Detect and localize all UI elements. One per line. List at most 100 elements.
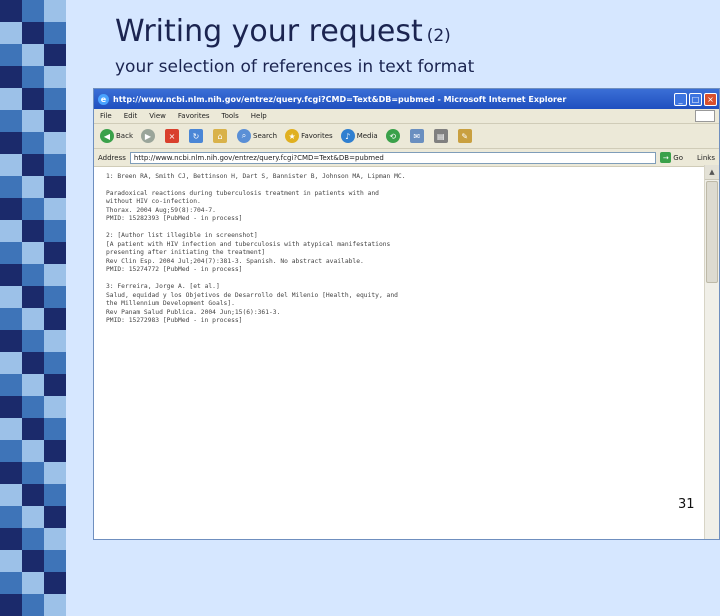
stripe-block [0, 330, 22, 352]
stripe-block [44, 484, 66, 506]
go-button[interactable]: → Go [660, 152, 683, 163]
stripe-block [0, 528, 22, 550]
forward-arrow-icon: ▶ [141, 129, 155, 143]
vertical-scrollbar[interactable]: ▲ [704, 165, 719, 539]
favorites-button[interactable]: ★ Favorites [285, 129, 333, 143]
stripe-block [44, 264, 66, 286]
stripe-block [44, 198, 66, 220]
stripe-block [0, 132, 22, 154]
search-label: Search [253, 132, 278, 140]
stripe-block [0, 506, 22, 528]
back-button[interactable]: ◀ Back [100, 129, 133, 143]
content-line: PMID: 15272983 [PubMed - in process] [106, 317, 243, 325]
stripe-block [44, 22, 66, 44]
slide-title-text: Writing your request [115, 14, 423, 49]
stripe-block [0, 264, 22, 286]
maximize-button[interactable]: □ [689, 92, 702, 106]
content-line: Salud, equidad y los Objetivos de Desarr… [106, 291, 398, 299]
content-line: 1: Breen RA, Smith CJ, Bettinson H, Dart… [106, 173, 406, 180]
stripe-block [22, 220, 44, 242]
stripe-block [44, 0, 66, 22]
content-blank-line [106, 275, 705, 283]
stripe-block [44, 550, 66, 572]
page-number: 31 [678, 497, 695, 512]
stripe-block [22, 110, 44, 132]
stripe-block [22, 484, 44, 506]
content-line: the Millennium Development Goals]. [106, 300, 235, 308]
stripe-block [0, 550, 22, 572]
stripe-block [22, 594, 44, 616]
stripe-block [22, 0, 44, 22]
scroll-up-icon[interactable]: ▲ [705, 165, 719, 180]
menu-favorites[interactable]: Favorites [178, 112, 210, 120]
stripe-block [22, 528, 44, 550]
stripe-block [22, 462, 44, 484]
stripe-block [44, 352, 66, 374]
content-line: [A patient with HIV infection and tuberc… [106, 240, 391, 248]
stripe-block [22, 132, 44, 154]
media-icon: ♪ [340, 129, 355, 143]
history-button[interactable]: ⟲ [385, 129, 402, 143]
stop-icon: × [165, 129, 179, 143]
links-label[interactable]: Links [697, 154, 715, 162]
content-line: PMID: 15274772 [PubMed - in process] [106, 266, 243, 274]
stripe-block [0, 154, 22, 176]
print-button[interactable]: ▤ [433, 129, 450, 143]
stripe-block [22, 22, 44, 44]
home-button[interactable]: ⌂ [213, 129, 229, 143]
stripe-block [44, 220, 66, 242]
stripe-block [44, 176, 66, 198]
media-label: Media [356, 132, 378, 140]
back-arrow-icon: ◀ [100, 129, 114, 143]
back-label: Back [116, 132, 133, 140]
content-line: PMID: 15282393 [PubMed - in process] [106, 215, 243, 223]
stripe-block [44, 374, 66, 396]
stripe-block [22, 198, 44, 220]
menu-edit[interactable]: Edit [124, 112, 138, 120]
minimize-button[interactable]: _ [674, 92, 687, 106]
stripe-block [44, 440, 66, 462]
stripe-block [0, 110, 22, 132]
stripe-block [44, 242, 66, 264]
stripe-block [22, 242, 44, 264]
menu-help[interactable]: Help [251, 112, 267, 120]
scroll-thumb[interactable] [706, 181, 718, 283]
search-icon: ⌕ [237, 129, 251, 143]
forward-button[interactable]: ▶ [141, 129, 157, 143]
stripe-block [22, 154, 44, 176]
search-button[interactable]: ⌕ Search [237, 129, 277, 143]
menu-view[interactable]: View [149, 112, 166, 120]
page-text-content: 1: Breen RA, Smith CJ, Bettinson H, Dart… [94, 165, 705, 539]
content-line: 3: Ferreira, Jorge A. [et al.] [106, 282, 220, 290]
menu-bar: File Edit View Favorites Tools Help [94, 109, 719, 124]
stripe-block [22, 66, 44, 88]
stripe-block [22, 308, 44, 330]
refresh-button[interactable]: ↻ [189, 129, 205, 143]
menu-file[interactable]: File [100, 112, 112, 120]
media-button[interactable]: ♪ Media [340, 129, 378, 143]
stripe-block [44, 572, 66, 594]
stripe-block [0, 198, 22, 220]
stripe-block [22, 330, 44, 352]
menu-tools[interactable]: Tools [222, 112, 239, 120]
stripe-block [44, 154, 66, 176]
content-blank-line [106, 182, 705, 190]
stop-button[interactable]: × [165, 129, 181, 143]
stripe-block [22, 176, 44, 198]
stripe-block [0, 22, 22, 44]
close-button[interactable]: × [704, 92, 717, 106]
slide-title: Writing your request (2) [115, 14, 451, 49]
mail-button[interactable]: ✉ [409, 129, 426, 143]
edit-icon: ✎ [457, 129, 472, 143]
favorites-label: Favorites [301, 132, 333, 140]
close-icon: × [707, 94, 714, 104]
stripe-block [0, 594, 22, 616]
address-input[interactable]: http://www.ncbi.nlm.nih.gov/entrez/query… [129, 151, 657, 164]
stripe-block [22, 506, 44, 528]
content-line: Rev Clin Esp. 2004 Jul;204(7):381-3. Spa… [106, 257, 364, 265]
edit-button[interactable]: ✎ [457, 129, 474, 143]
stripe-block [22, 572, 44, 594]
go-label: Go [673, 153, 684, 162]
stripe-block [0, 440, 22, 462]
stripe-block [0, 88, 22, 110]
